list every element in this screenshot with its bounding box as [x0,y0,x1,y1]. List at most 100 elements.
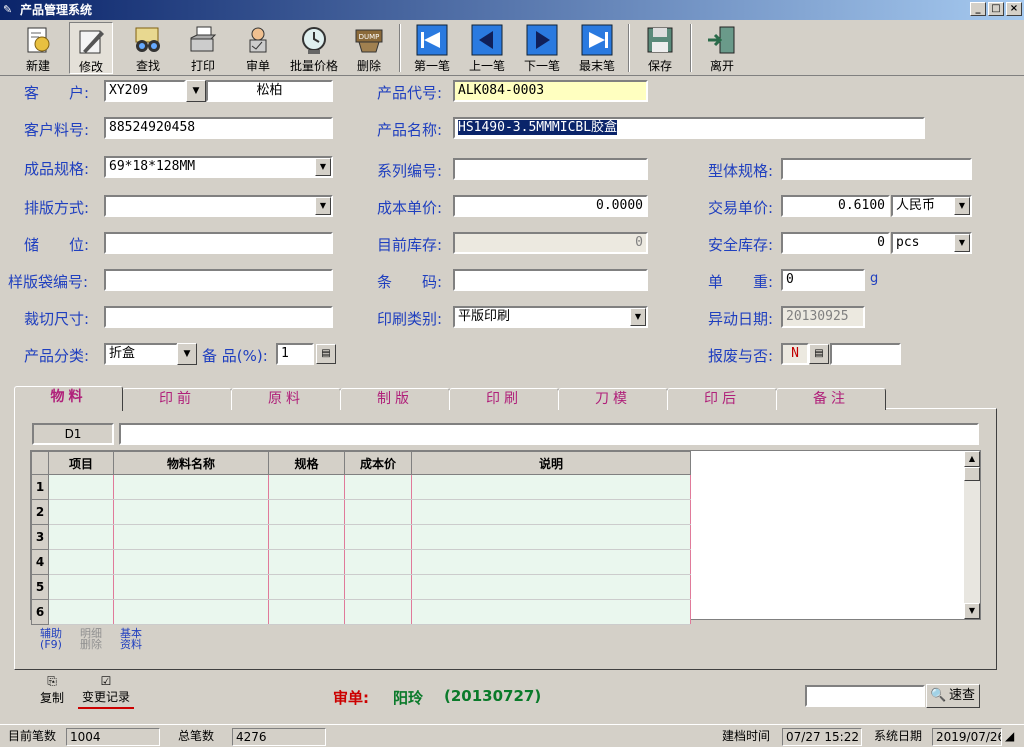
barcode-field[interactable] [453,269,648,291]
close-button[interactable]: × [1006,2,1022,16]
created-time-value: 07/27 15:22 [782,728,862,746]
minimize-button[interactable]: _ [970,2,986,16]
grid-col-spec[interactable]: 规格 [268,451,345,475]
clock-icon [302,27,326,54]
grid-col-item[interactable]: 项目 [48,451,114,475]
spare-edit-icon[interactable]: ▤ [316,344,336,364]
basic-data-link[interactable]: 基本 资料 [120,628,142,650]
print-button[interactable]: 打印 [181,22,225,74]
approve-date: (20130727) [444,687,542,705]
table-row[interactable]: 6 [31,599,691,625]
assist-link[interactable]: 辅助 (F9) [40,628,62,650]
product-name-field[interactable]: HS1490-3.5MMMICBL胶盒 [453,117,925,139]
scroll-up-icon[interactable]: ▲ [964,451,980,467]
first-record-button[interactable]: 第一笔 [410,22,454,74]
tab-die-cutting[interactable]: 刀模 [558,388,668,410]
quick-search-button[interactable]: 🔍 速查 [926,684,980,708]
scroll-down-icon[interactable]: ▼ [964,603,980,619]
series-field[interactable] [453,158,648,180]
sample-bag-label: 样版袋编号: [8,273,89,291]
row-number: 1 [31,474,49,500]
cut-size-field[interactable] [104,306,333,328]
spec-dropdown-icon[interactable]: ▼ [315,158,331,176]
tab-printing[interactable]: 印刷 [449,388,559,410]
first-arrow-icon [416,24,448,56]
weight-field[interactable]: 0 [781,269,865,291]
tab-notes[interactable]: 备注 [776,388,886,410]
system-date-label: 系统日期 [874,729,923,743]
change-log-underline [78,707,134,709]
d1-field[interactable] [119,423,979,445]
weight-label: 单 重: [708,273,774,291]
cost-field[interactable]: 0.0000 [453,195,648,217]
layout-select[interactable] [104,195,333,217]
spec-select[interactable]: 69*18*128MM [104,156,333,178]
trade-price-field[interactable]: 0.6100 [781,195,890,217]
customer-code-field[interactable]: XY209 [104,80,186,102]
approve-button[interactable]: 审单 [236,22,280,74]
tab-materials[interactable]: 物料 [14,386,123,411]
layout-dropdown-icon[interactable]: ▼ [315,197,331,215]
created-time-label: 建档时间 [722,729,771,743]
find-button[interactable]: 查找 [126,22,170,74]
customer-name-field[interactable]: 松柏 [206,80,333,102]
category-select[interactable]: 折盒 [104,343,178,365]
detail-delete-link[interactable]: 明细 删除 [80,628,102,650]
current-count-label: 目前笔数 [8,729,57,743]
approve-label: 审单: [333,689,369,707]
table-row[interactable]: 4 [31,549,691,575]
last-record-button[interactable]: 最末笔 [575,22,619,74]
delete-button[interactable]: DUMP 删除 [347,22,391,74]
binoculars-icon [135,27,160,52]
customer-dropdown-button[interactable]: ▼ [186,80,206,102]
d1-label: D1 [32,423,114,445]
status-bar: 目前笔数 1004 总笔数 4276 建档时间 07/27 15:22 系统日期… [0,724,1024,747]
save-button[interactable]: 保存 [638,22,682,74]
scroll-thumb[interactable] [964,467,980,481]
tab-raw-materials[interactable]: 原料 [231,388,341,410]
scrap-edit-icon[interactable]: ▤ [809,344,829,364]
safety-stock-field[interactable]: 0 [781,232,890,254]
edit-button[interactable]: 修改 [69,22,113,74]
new-doc-icon [27,27,50,53]
currency-dropdown-icon[interactable]: ▼ [954,197,970,215]
print-type-select[interactable]: 平版印刷 [453,306,648,328]
mold-spec-field[interactable] [781,158,972,180]
storage-field[interactable] [104,232,333,254]
tab-post-press[interactable]: 印后 [667,388,777,410]
table-row[interactable]: 2 [31,499,691,525]
maximize-button[interactable]: □ [988,2,1004,16]
prev-record-button[interactable]: 上一笔 [465,22,509,74]
product-code-field[interactable]: ALK084-0003 [453,80,648,102]
batch-price-button[interactable]: 批量价格 [289,22,339,74]
grid-col-material-name[interactable]: 物料名称 [113,451,269,475]
next-record-button[interactable]: 下一笔 [520,22,564,74]
tab-plate-making[interactable]: 制版 [340,388,450,410]
quick-search-input[interactable] [805,685,925,707]
grid-col-cost[interactable]: 成本价 [344,451,412,475]
table-row[interactable]: 5 [31,574,691,600]
customer-part-field[interactable]: 88524920458 [104,117,333,139]
scrap-flag-field[interactable]: N [781,343,809,365]
product-name-selection: HS1490-3.5MMMICBL胶盒 [458,120,618,135]
current-count-value: 1004 [66,728,160,746]
sample-bag-field[interactable] [104,269,333,291]
window-title: 产品管理系统 [20,3,93,17]
print-type-dropdown-icon[interactable]: ▼ [630,308,646,326]
grid-vertical-scrollbar[interactable]: ▲ ▼ [964,451,980,619]
scrap-extra-field[interactable] [830,343,901,365]
table-row[interactable]: 1 [31,474,691,500]
category-dropdown-button[interactable]: ▼ [177,343,197,365]
change-log-button[interactable]: ☑ 变更记录 [78,674,134,709]
grid-col-description[interactable]: 说明 [411,451,691,475]
print-type-label: 印刷类别: [377,310,443,328]
spare-field[interactable]: 1 [276,343,314,365]
unit-dropdown-icon[interactable]: ▼ [954,234,970,252]
resize-grip-icon[interactable]: ◢ [1005,728,1014,746]
exit-button[interactable]: 离开 [700,22,744,74]
printer-icon [190,26,217,52]
tab-prepress[interactable]: 印前 [122,388,232,410]
table-row[interactable]: 3 [31,524,691,550]
new-button[interactable]: 新建 [16,22,60,74]
copy-button[interactable]: ⎘ 复制 [36,674,68,706]
